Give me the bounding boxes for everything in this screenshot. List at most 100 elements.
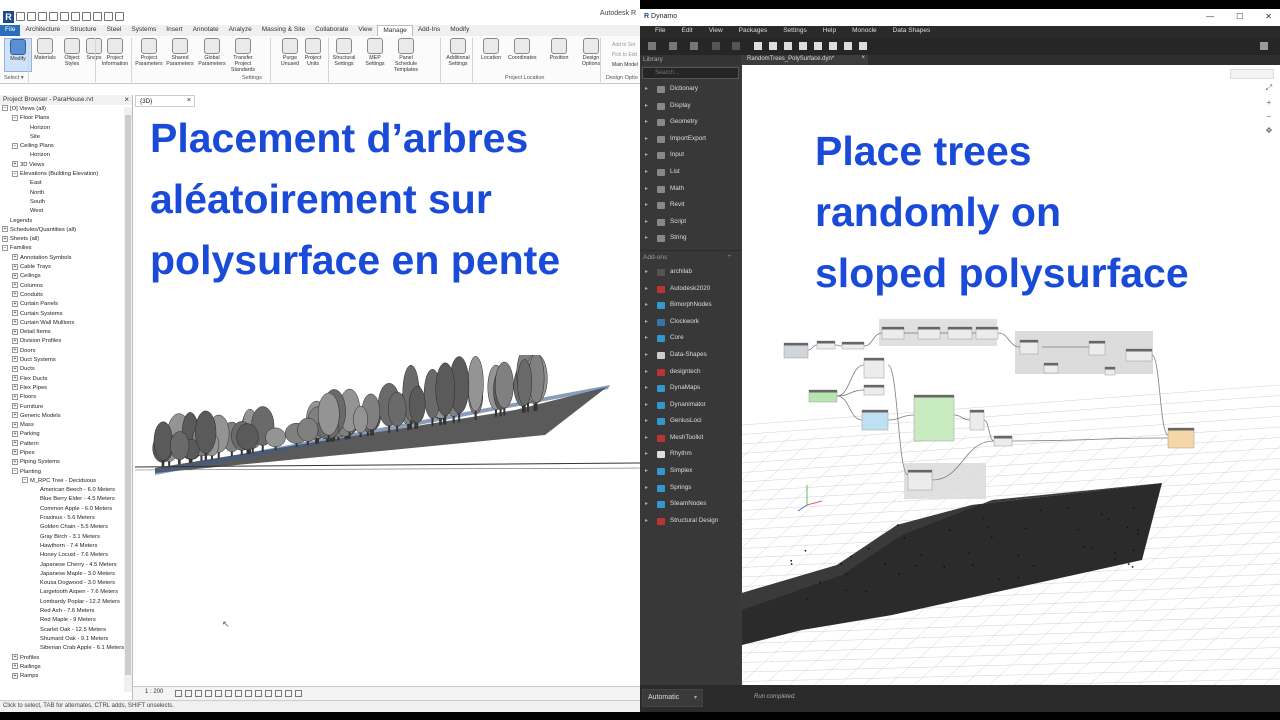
collapse-icon[interactable]: −	[2, 105, 8, 112]
expand-icon[interactable]: +	[12, 282, 18, 289]
expand-icon[interactable]: +	[12, 458, 18, 465]
tool-shared-parameters-button[interactable]: Shared Parameters	[166, 38, 194, 67]
browser-item[interactable]: West	[2, 207, 132, 216]
tool-panel-schedule-templates-button[interactable]: Panel Schedule Templates	[392, 38, 420, 73]
show-crop-icon[interactable]	[235, 690, 242, 697]
expand-icon[interactable]: +	[12, 393, 18, 400]
collapse-icon[interactable]: −	[12, 142, 18, 149]
tool-materials-button[interactable]: Materials	[31, 38, 59, 61]
undo-icon[interactable]	[49, 12, 58, 21]
browser-item[interactable]: +3D Views	[2, 161, 132, 170]
browser-item[interactable]: + Detail Items	[2, 328, 132, 337]
sun-path-icon[interactable]	[195, 690, 202, 697]
align-center-icon[interactable]	[769, 42, 777, 50]
browser-item[interactable]: Japanese Maple - 3.0 Meters	[2, 570, 132, 579]
library-item-display[interactable]: Display	[640, 98, 741, 115]
library-item-importexport[interactable]: ImportExport	[640, 131, 741, 148]
worksharing-icon[interactable]	[275, 690, 282, 697]
open-file-icon[interactable]	[669, 42, 677, 50]
tool-location-button[interactable]: Location	[477, 38, 505, 61]
browser-item[interactable]: − [O] Views (all)	[2, 105, 132, 114]
fit-view-icon[interactable]: ⤢	[1264, 83, 1274, 93]
expand-icon[interactable]: +	[12, 347, 18, 354]
library-item-geniusloci[interactable]: GeniusLoci	[640, 413, 741, 430]
distribute-vertical-icon[interactable]	[859, 42, 867, 50]
library-item-meshtoolkit[interactable]: MeshToolkit	[640, 430, 741, 447]
zoom-in-icon[interactable]: +	[1264, 98, 1274, 107]
tab-file[interactable]: File	[0, 25, 21, 36]
align-middle-icon[interactable]	[814, 42, 822, 50]
tool-project-units-button[interactable]: Project Units	[299, 38, 327, 67]
expand-icon[interactable]: +	[12, 663, 18, 670]
expand-icon[interactable]: +	[12, 440, 18, 447]
library-item-string[interactable]: String	[640, 230, 741, 247]
collapse-icon[interactable]: −	[22, 477, 28, 484]
redo-icon[interactable]	[60, 12, 69, 21]
library-search-input[interactable]: Search...	[642, 67, 739, 79]
browser-item[interactable]: Largetooth Aspen - 7.6 Meters	[2, 588, 132, 597]
browser-item[interactable]: + Division Profiles	[2, 337, 132, 346]
library-item-rhythm[interactable]: Rhythm	[640, 446, 741, 463]
align-right-icon[interactable]	[784, 42, 792, 50]
browser-item[interactable]: Legends	[2, 217, 132, 226]
library-item-bimorphnodes[interactable]: BimorphNodes	[640, 297, 741, 314]
tab-view[interactable]: View	[353, 25, 377, 36]
browser-item[interactable]: Red Maple - 9 Meters	[2, 616, 132, 625]
collapse-icon[interactable]: −	[12, 468, 18, 475]
analytical-model-icon[interactable]	[285, 690, 292, 697]
tool-coordinates-button[interactable]: Coordinates	[508, 38, 537, 61]
browser-item[interactable]: Siberian Crab Apple - 6.1 Meters	[2, 644, 132, 653]
expand-icon[interactable]: +	[12, 337, 18, 344]
browser-item[interactable]: Horizon	[2, 124, 132, 133]
library-item-steamnodes[interactable]: SteamNodes	[640, 496, 741, 513]
browser-item[interactable]: − Planting	[2, 468, 132, 477]
browser-item[interactable]: + Ramps	[2, 672, 132, 681]
library-item-list[interactable]: List	[640, 164, 741, 181]
tab-annotate[interactable]: Annotate	[188, 25, 224, 36]
crop-view-icon[interactable]	[225, 690, 232, 697]
pick-to-edit-button[interactable]: Pick to Edit	[612, 50, 638, 60]
browser-item[interactable]: Hawthorn - 7.4 Meters	[2, 542, 132, 551]
browser-item[interactable]: + Pattern	[2, 440, 132, 449]
browser-item[interactable]: + Generic Models	[2, 412, 132, 421]
library-item-dynamaps[interactable]: DynaMaps	[640, 380, 741, 397]
expand-icon[interactable]: +	[2, 235, 8, 242]
shadows-icon[interactable]	[205, 690, 212, 697]
menu-monocle[interactable]: Monocle	[846, 26, 883, 38]
expand-icon[interactable]: +	[12, 272, 18, 279]
expand-icon[interactable]: +	[12, 263, 18, 270]
minimize-icon[interactable]: —	[1206, 12, 1214, 21]
graph-canvas[interactable]: RandomTrees_PolySurface.dyn* × ⤢ + − ✥ P…	[742, 55, 1280, 687]
tool-project-parameters-button[interactable]: Project Parameters	[135, 38, 163, 67]
browser-item[interactable]: + Flex Ducts	[2, 375, 132, 384]
main-model-select[interactable]: Main Model	[612, 60, 638, 70]
browser-item[interactable]: + Profiles	[2, 653, 132, 663]
switch-windows-icon[interactable]	[115, 12, 124, 21]
menu-edit[interactable]: Edit	[675, 26, 698, 38]
expand-icon[interactable]: +	[12, 161, 18, 168]
expand-icon[interactable]: +	[12, 254, 18, 261]
detail-level-icon[interactable]	[175, 690, 182, 697]
browser-item[interactable]: + Flex Pipes	[2, 384, 132, 393]
temporary-hide-icon[interactable]	[255, 690, 262, 697]
scrollbar-thumb[interactable]	[125, 115, 131, 675]
close-icon[interactable]: ×	[124, 95, 129, 104]
browser-item[interactable]: + Curtain Wall Mullions	[2, 319, 132, 328]
browser-item[interactable]: + Parking	[2, 430, 132, 439]
library-item-dictionary[interactable]: Dictionary	[640, 81, 741, 98]
new-file-icon[interactable]	[648, 42, 656, 50]
library-item-input[interactable]: Input	[640, 147, 741, 164]
align-top-icon[interactable]	[799, 42, 807, 50]
view-tab-3d[interactable]: {3D} ×	[135, 95, 195, 107]
view-toggle-button[interactable]	[1230, 69, 1274, 79]
browser-item[interactable]: Scarlet Oak - 12.5 Meters	[2, 626, 132, 635]
browser-item[interactable]: Common Apple - 6.0 Meters	[2, 505, 132, 514]
render-icon[interactable]	[215, 690, 222, 697]
library-item-geometry[interactable]: Geometry	[640, 114, 741, 131]
library-item-archilab[interactable]: archilab	[640, 264, 741, 281]
browser-item[interactable]: + Sheets (all)	[2, 235, 132, 244]
expand-icon[interactable]: +	[12, 412, 18, 419]
library-item-clockwork[interactable]: Clockwork	[640, 314, 741, 331]
collapse-icon[interactable]: −	[12, 170, 18, 177]
tool-position-button[interactable]: Position	[545, 38, 573, 61]
